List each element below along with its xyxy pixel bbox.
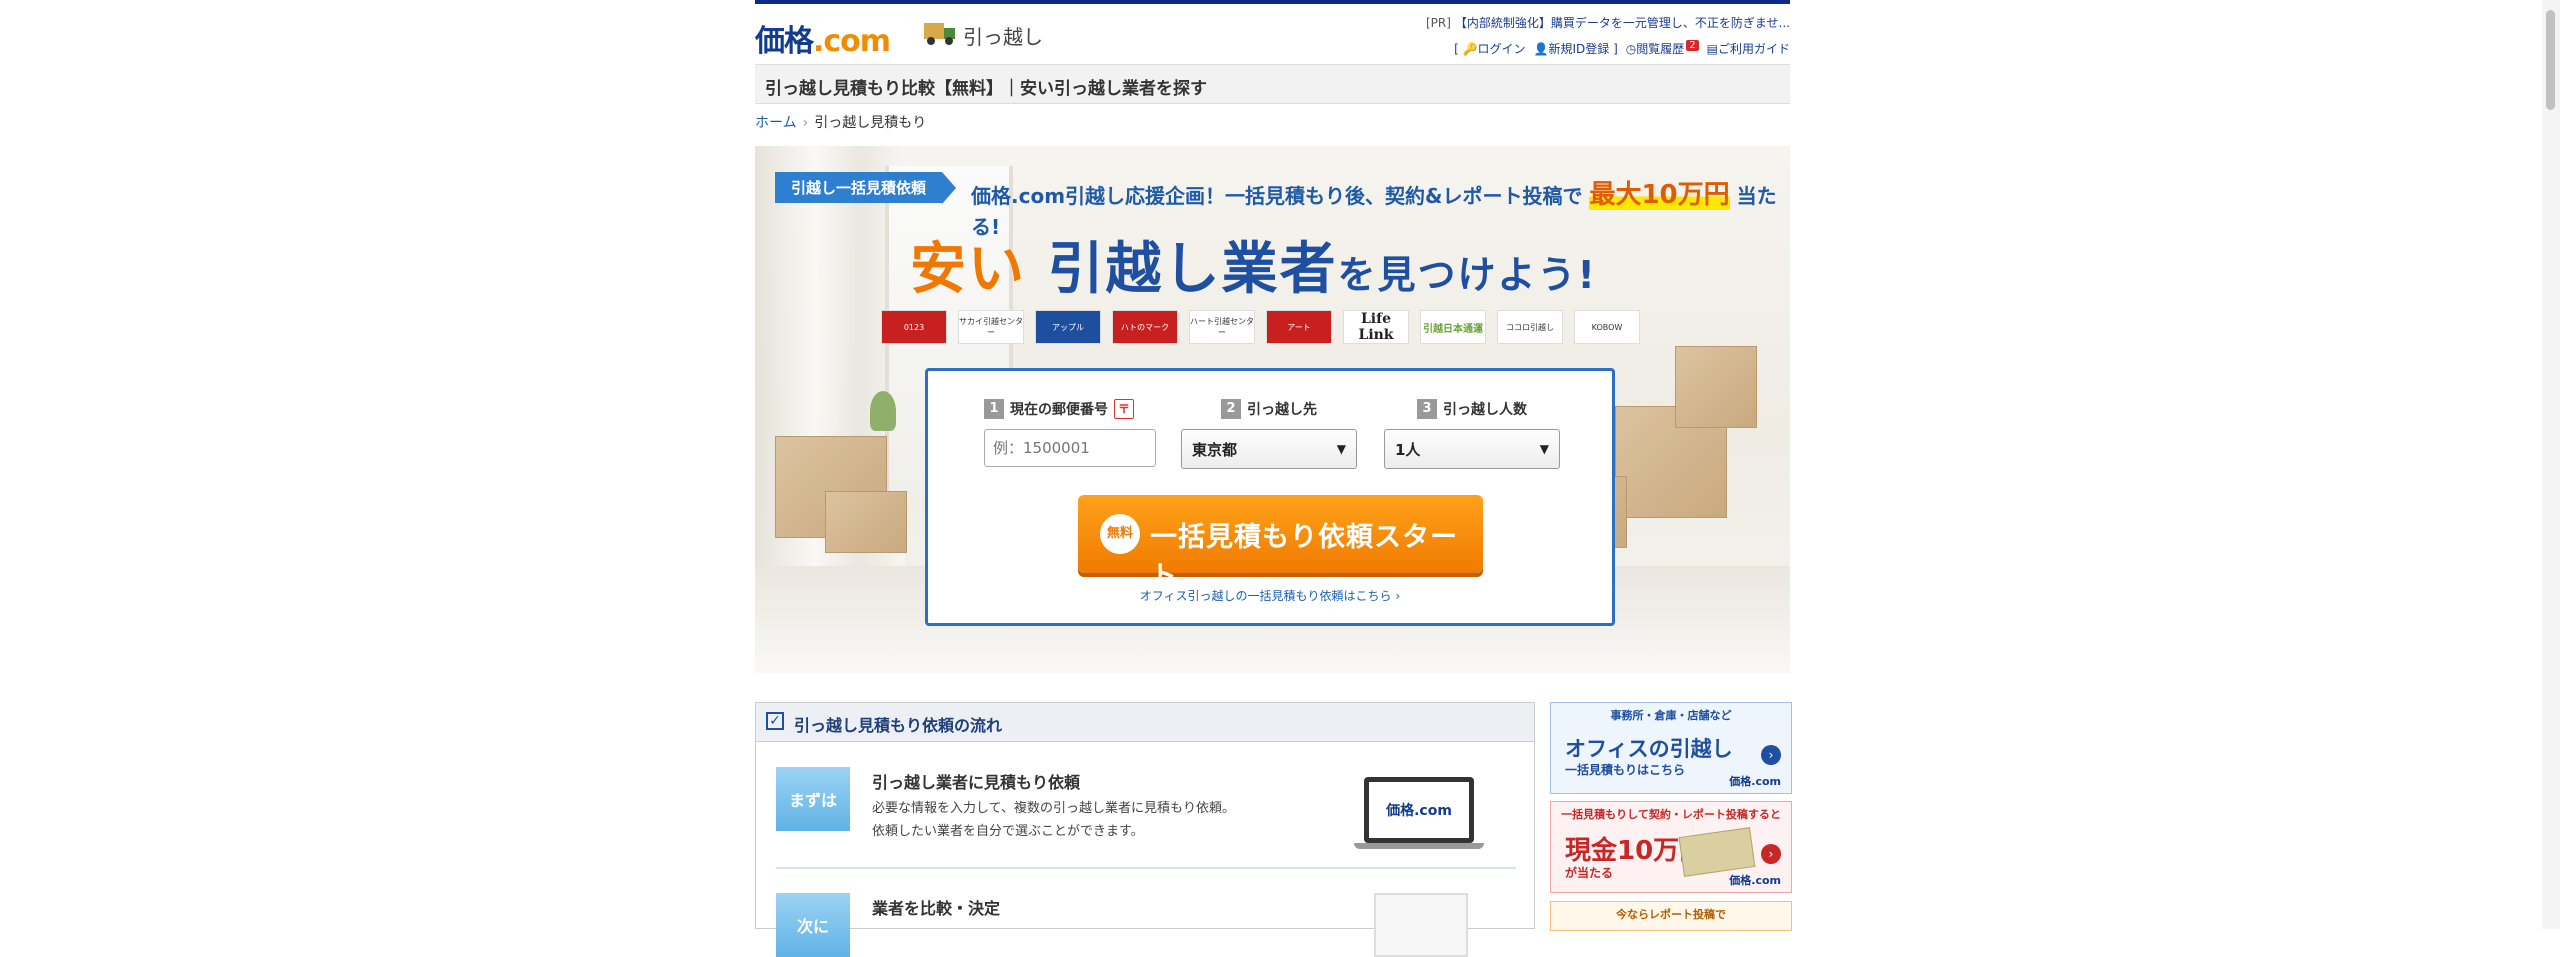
chevron-right-icon: › [802,115,809,131]
office-move-banner[interactable]: 事務所・倉庫・店舗など オフィスの引越し 一括見積もりはこちら › 価格.com [1550,702,1792,794]
comparison-icon [1374,893,1468,957]
arrow-right-icon: › [1761,844,1781,864]
estimate-form: 1現在の郵便番号〒 2引っ越し先 東京都▼ 3引っ越し人数 1人▼ 無料 一括見… [925,368,1615,626]
scrollbar-thumb[interactable] [2546,10,2555,110]
step-title: 業者を比較・決定 [872,899,1001,918]
company-logo: 0123 [881,310,947,344]
guide-icon: ▤ [1706,42,1718,56]
pr-ad[interactable]: [PR] 【内部統制強化】購買データを一元管理し、不正を防ぎませ... [1426,14,1790,31]
postal-field: 1 現在の郵便番号〒 [984,399,1156,467]
company-logo: ハトのマーク [1112,310,1178,344]
guide-link[interactable]: ▤ご利用ガイド [1707,40,1790,57]
people-count-select[interactable]: 1人 ▼ [1384,429,1560,469]
company-logo: ハート引越センター [1189,310,1255,344]
breadcrumb-current: 引っ越し見積もり [814,115,927,131]
cardboard-box-image [825,491,907,553]
free-badge: 無料 [1100,514,1140,554]
postal-code-input[interactable] [984,429,1156,467]
history-link[interactable]: ◷閲覧履歴 2 [1626,40,1699,57]
truck-icon [924,23,955,45]
login-icon: 🔑 [1462,42,1478,56]
page-title: 引っ越し見積もり比較【無料】｜安い引っ越し業者を探す [765,79,1207,99]
company-logos: 0123 サカイ引越センター アップル ハトのマーク ハート引越センター アート… [881,310,1640,344]
top-accent-line [755,0,1790,4]
company-logo: アート [1266,310,1332,344]
hero-tag: 引越し一括見積依頼 [775,172,957,204]
banknote-image [1678,827,1756,877]
vertical-scrollbar[interactable] [2542,0,2560,929]
postal-mark-icon[interactable]: 〒 [1114,399,1134,419]
step-badge: まずは [776,767,850,831]
step-badge: 次に [776,893,850,957]
cardboard-box-image [1675,346,1757,428]
report-banner[interactable]: 今ならレポート投稿で [1550,901,1792,931]
company-logo: ココロ引越し [1497,310,1563,344]
flow-header: ✓ 引っ越し見積もり依頼の流れ [756,703,1534,742]
company-logo: サカイ引越センター [958,310,1024,344]
company-logo: アップル [1035,310,1101,344]
dropdown-arrow-icon: ▼ [1336,442,1346,456]
breadcrumb: ホーム › 引っ越し見積もり [755,112,926,132]
user-icon: 👤 [1533,42,1549,56]
page-title-bar: 引っ越し見積もり比較【無料】｜安い引っ越し業者を探す [755,64,1790,104]
laptop-base [1354,843,1484,849]
step-description: 必要な情報を入力して、複数の引っ越し業者に見積もり依頼。 依頼したい業者を自分で… [872,801,1235,839]
kakaku-logo[interactable]: 価格.com [755,16,891,60]
destination-select[interactable]: 東京都 ▼ [1181,429,1357,469]
destination-field: 2 引っ越し先 東京都 ▼ [1181,399,1357,469]
company-logo: 引越日本通運 [1420,310,1486,344]
people-field: 3 引っ越し人数 1人 ▼ [1384,399,1560,469]
plant-image [870,391,896,431]
flow-section: ✓ 引っ越し見積もり依頼の流れ まずは 引っ越し業者に見積もり依頼 必要な情報を… [755,702,1535,957]
company-logo: KOBOW [1574,310,1640,344]
page: 価格.com 引っ越し [PR] 【内部統制強化】購買データを一元管理し、不正を防… [755,0,1792,957]
arrow-right-icon: › [1761,745,1781,765]
breadcrumb-home[interactable]: ホーム [755,115,797,131]
start-estimate-button[interactable]: 無料 一括見積もり依頼スタート [1078,495,1483,592]
prize-banner[interactable]: 一括見積もりして契約・レポート投稿すると 現金10万円 が当たる › 価格.co… [1550,801,1792,893]
clock-icon: ◷ [1625,42,1637,56]
utility-nav: [ 🔑ログイン 👤新規ID登録 ] ◷閲覧履歴 2 ▤ご利用ガイド [1454,40,1790,57]
hero-banner: 引越し一括見積依頼 価格.com引越し応援企画！一括見積もり後、契約&レポート投… [755,146,1790,673]
section-title[interactable]: 引っ越し [963,21,1043,50]
login-link[interactable]: [ 🔑ログイン [1454,40,1525,57]
register-link[interactable]: 👤新規ID登録 ] [1534,40,1618,57]
laptop-icon: 価格.com [1364,777,1474,843]
history-badge: 2 [1686,40,1699,51]
office-move-link[interactable]: オフィス引っ越しの一括見積もり依頼はこちら › [928,587,1612,604]
step-divider [776,867,1516,869]
flow-title: 引っ越し見積もり依頼の流れ [794,716,1003,735]
dropdown-arrow-icon: ▼ [1539,442,1549,456]
checkbox-icon: ✓ [766,712,784,730]
hero-headline: 安い 引越し業者を見つけよう! [910,237,1597,302]
step-title: 引っ越し業者に見積もり依頼 [872,773,1081,792]
company-logo: Life Link [1343,310,1409,344]
